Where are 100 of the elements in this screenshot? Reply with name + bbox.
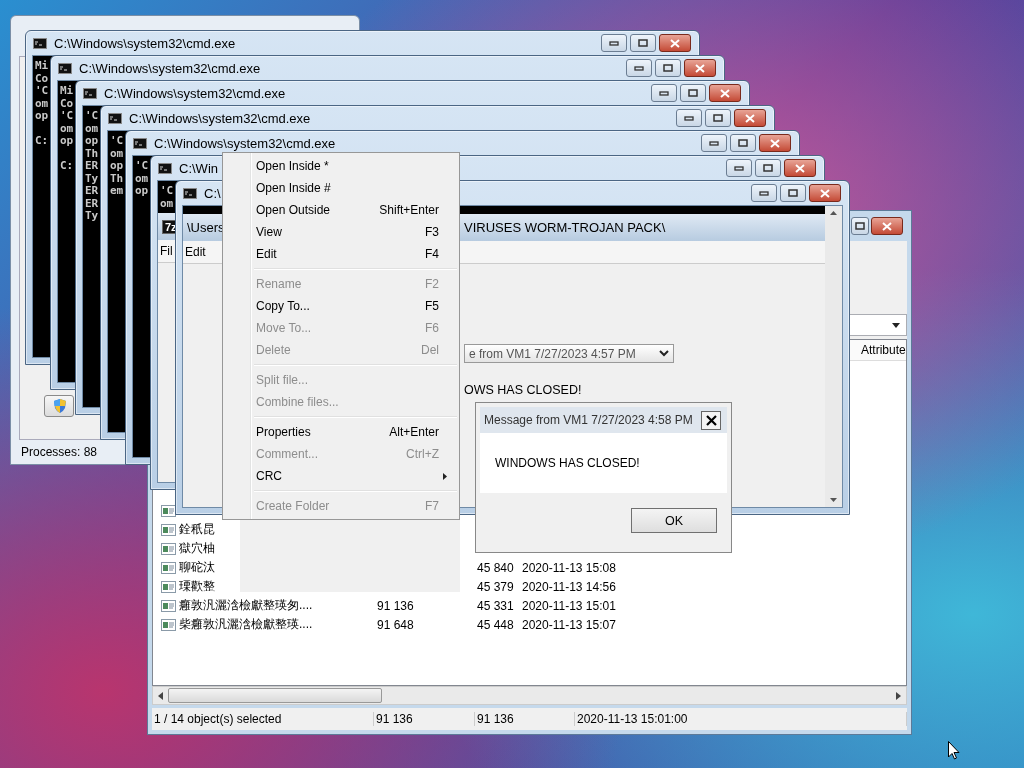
column-header[interactable]: Attribute [858,343,906,357]
console-text: em [110,185,124,198]
maximize-icon [688,89,698,97]
menu-item[interactable]: Edit F4 [225,243,457,265]
close-button[interactable] [809,184,841,202]
scroll-right-icon[interactable] [896,691,901,700]
window-title: C:\Windows\system32\cmd.exe [79,60,261,76]
window-title: C:\Windows\system32\cmd.exe [129,110,311,126]
menu-item[interactable]: Copy To... F5 [225,295,457,317]
dropdown[interactable]: e from VM1 7/27/2023 4:57 PM [464,344,674,363]
maximize-button[interactable] [630,34,656,52]
minimize-button[interactable] [651,84,677,102]
console-text: C: [60,160,74,173]
packed-size-cell: 45 331 [477,598,514,613]
status-text: 1 / 14 object(s) selected [154,712,282,726]
minimize-icon [684,115,694,121]
mouse-pointer-icon [948,741,960,760]
close-button[interactable] [734,109,766,127]
file-icon [161,542,176,555]
dropdown-arrow-icon [892,322,900,328]
modified-cell: 2020-11-13 14:56 [522,579,616,594]
file-icon [161,504,176,517]
maximize-icon [638,39,648,47]
close-button[interactable] [759,134,791,152]
close-icon [820,188,830,198]
console-icon [58,62,72,74]
minimize-button[interactable] [751,184,777,202]
close-button[interactable] [871,217,903,235]
maximize-button[interactable] [780,184,806,202]
minimize-button[interactable] [676,109,702,127]
console-text: Mi [35,60,49,73]
console-icon [33,37,47,49]
close-button[interactable] [684,59,716,77]
console-text: ER [85,197,99,210]
menu-item[interactable]: Open Inside # [225,177,457,199]
scroll-down-icon[interactable] [830,498,837,502]
shield-button[interactable] [44,395,74,417]
ok-button[interactable]: OK [631,508,717,533]
close-button[interactable] [709,84,741,102]
minimize-icon [634,65,644,71]
maximize-button[interactable] [680,84,706,102]
file-name: 癰敦汎灑浛檢獻整瑛匆.... [179,597,313,614]
maximize-icon [788,189,798,197]
maximize-button[interactable] [755,159,781,177]
status-text: 91 136 [376,712,413,726]
close-icon [795,163,805,173]
size-cell: 91 136 [377,598,414,613]
console-text: op [135,185,149,198]
console-text: 'C [160,185,174,198]
modified-cell: 2020-11-13 15:01 [522,598,616,613]
packed-size-cell: 45 448 [477,617,514,632]
menu-item[interactable]: Properties Alt+Enter [225,421,457,443]
maximize-button[interactable] [705,109,731,127]
window-title: C:\Win [179,160,218,176]
close-button[interactable] [659,34,691,52]
scroll-up-icon[interactable] [830,211,837,215]
chevron-down-icon [659,350,669,357]
minimize-button[interactable] [726,159,752,177]
console-icon [183,187,197,199]
maximize-icon [855,222,865,230]
maximize-icon [713,114,723,122]
console-text: ER [85,160,99,173]
minimize-button[interactable] [601,34,627,52]
console-text: op [85,135,99,148]
minimize-button[interactable] [626,59,652,77]
close-icon [745,113,755,123]
close-icon [720,88,730,98]
console-icon [108,112,122,124]
shield-icon [53,398,67,414]
maximize-button[interactable] [851,217,869,235]
minimize-button[interactable] [701,134,727,152]
menu-bar-item[interactable]: Fil [158,244,175,258]
scroll-left-icon[interactable] [158,691,163,700]
console-text: 'C [60,110,74,123]
vertical-scrollbar[interactable] [825,206,842,507]
maximize-icon [738,139,748,147]
maximize-button[interactable] [730,134,756,152]
close-button[interactable] [784,159,816,177]
close-icon [695,63,705,73]
minimize-icon [734,165,744,171]
menu-item[interactable]: View F3 [225,221,457,243]
menu-item[interactable]: Open Outside Shift+Enter [225,199,457,221]
status-text: Processes: 88 [20,444,98,461]
console-text: Ty [85,172,99,185]
scroll-thumb[interactable] [168,688,382,703]
console-text: om [35,97,49,110]
console-icon [133,137,147,149]
size-cell: 91 648 [377,617,414,632]
horizontal-scrollbar[interactable] [152,686,907,705]
file-icon [161,580,176,593]
menu-item[interactable]: CRC [225,465,457,487]
close-button[interactable] [701,410,721,430]
menu-item[interactable]: Open Inside * [225,155,457,177]
file-icon [161,599,176,612]
maximize-icon [763,164,773,172]
file-icon [161,523,176,536]
close-icon [705,414,717,426]
maximize-button[interactable] [655,59,681,77]
menu-bar-item[interactable]: Edit [183,245,208,259]
console-text: Ty [85,210,99,223]
